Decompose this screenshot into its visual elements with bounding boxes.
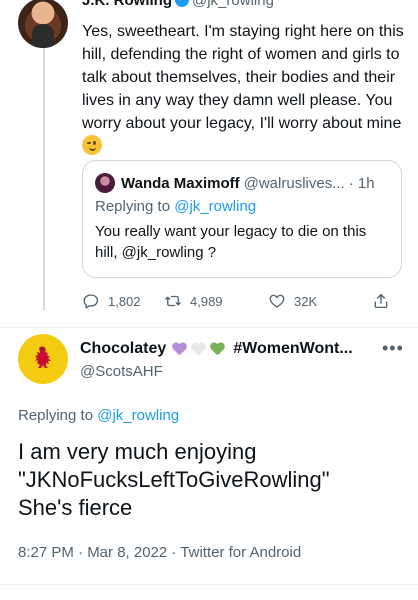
reply-icon [83,294,99,309]
tweet-divider [0,327,418,328]
quoted-tweet-card[interactable]: Wanda Maximoff @walruslives... · 1h Repl… [82,160,402,278]
parent-author-avatar[interactable] [18,0,68,48]
share-icon [374,293,388,309]
main-author-handle[interactable]: @ScotsAHF [80,363,163,380]
heart-emojis [170,343,227,356]
reply-button[interactable]: 1,802 [82,292,164,310]
quoted-tweet-time: · 1h [348,174,375,192]
quoted-replying-to: Replying to @jk_rowling [95,198,389,215]
quoted-replying-link[interactable]: @jk_rowling [174,198,256,215]
main-author-name[interactable]: Chocolatey [80,340,166,358]
main-author-avatar[interactable] [18,334,68,384]
verified-badge-icon [175,0,189,7]
winking-face-emoji-icon [82,135,102,155]
quoted-author-avatar [95,173,115,193]
quoted-tweet-header: Wanda Maximoff @walruslives... · 1h [95,173,389,193]
retweet-button[interactable]: 4,989 [164,292,268,310]
main-replying-to: Replying to @jk_rowling [18,407,179,424]
bottom-divider [0,584,418,585]
parent-author-row[interactable]: J.K. Rowling @jk_rowling [82,0,274,9]
green-heart-icon [210,343,225,356]
parent-author-handle[interactable]: @jk_rowling [192,0,274,9]
white-heart-icon [191,343,206,356]
parent-tweet-body: Yes, sweetheart. I'm staying right here … [82,23,404,132]
tweet-timestamp[interactable]: 8:27 PM · Mar 8, 2022 · Twitter for Andr… [18,544,301,561]
quoted-author-name: Wanda Maximoff [121,174,240,192]
quoted-tweet-text: You really want your legacy to die on th… [95,223,367,261]
main-tweet-text: I am very much enjoying "JKNoFucksLeftTo… [18,439,330,520]
like-button[interactable]: 32K [268,292,372,310]
more-options-icon[interactable]: ••• [382,338,404,359]
parent-tweet-actions: 1,802 4,989 32K [82,292,404,310]
main-replying-link[interactable]: @jk_rowling [97,407,179,424]
purple-heart-icon [172,343,187,356]
thread-connector-line [43,48,45,310]
quoted-author-handle: @walruslives... [243,174,345,192]
parent-tweet-text: Yes, sweetheart. I'm staying right here … [82,20,404,158]
quoted-replying-label: Replying to [95,198,171,215]
reply-count: 1,802 [108,293,141,309]
lion-rampant-icon [35,346,51,368]
main-replying-label: Replying to [18,407,94,424]
main-author-name-row[interactable]: Chocolatey #WomenWont... [80,340,353,358]
retweet-icon [165,295,181,307]
main-author-name-suffix[interactable]: #WomenWont... [233,340,352,358]
share-button[interactable] [372,292,398,310]
like-count: 32K [294,293,318,309]
parent-author-name[interactable]: J.K. Rowling [82,0,172,9]
retweet-count: 4,989 [190,293,223,309]
heart-icon [269,294,285,308]
